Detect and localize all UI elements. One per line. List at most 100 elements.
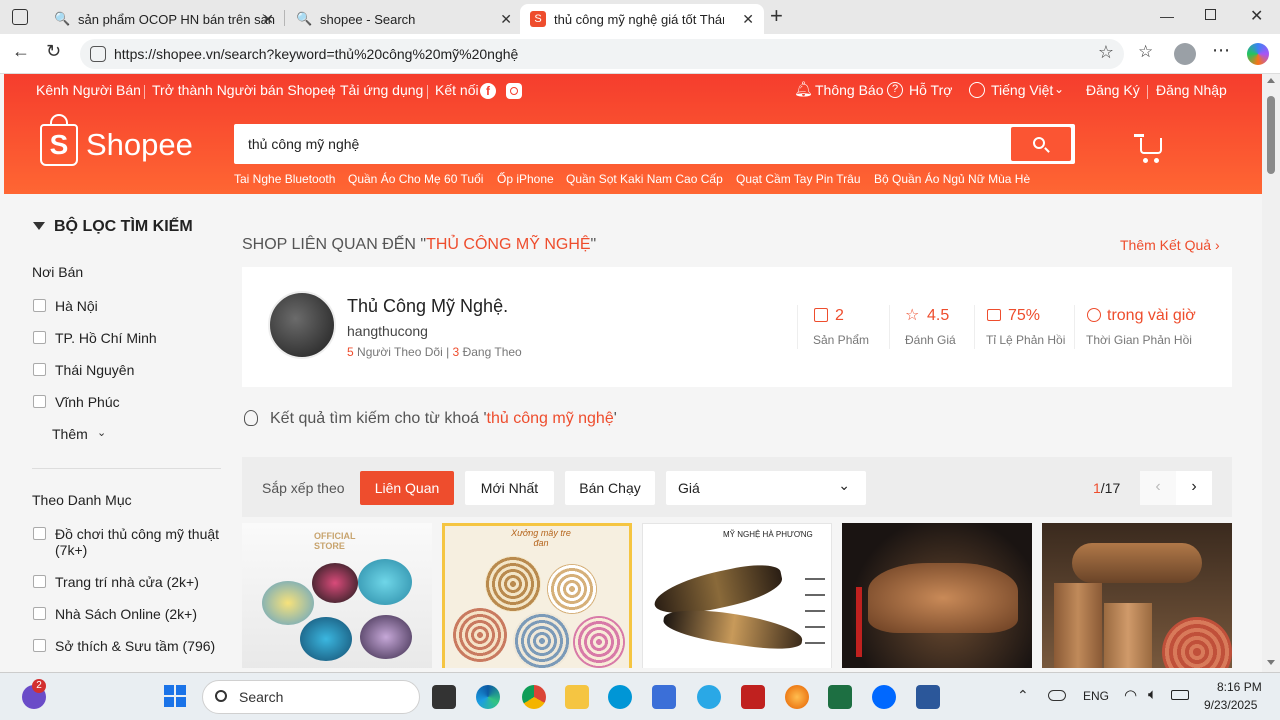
new-tab-icon[interactable]: + xyxy=(770,3,783,29)
more-results-link[interactable]: Thêm Kết Quả › xyxy=(1120,237,1220,253)
notifications-link[interactable]: Thông Báo xyxy=(815,82,884,98)
language-select[interactable]: Tiếng Việt xyxy=(991,82,1053,98)
seller-center-link[interactable]: Kênh Người Bán xyxy=(36,82,141,98)
location-label[interactable]: TP. Hồ Chí Minh xyxy=(55,330,157,346)
suggestion-link[interactable]: Ốp iPhone xyxy=(497,172,554,186)
facebook-icon[interactable]: f xyxy=(480,83,496,99)
login-link[interactable]: Đăng Nhập xyxy=(1156,82,1227,98)
scrollbar-thumb[interactable] xyxy=(1267,96,1275,174)
shop-card[interactable]: Thủ Công Mỹ Nghệ. hangthucong 5 Người Th… xyxy=(242,267,1232,387)
location-checkbox[interactable] xyxy=(33,363,46,376)
zalo-icon[interactable] xyxy=(872,685,896,709)
results-heading: Kết quả tìm kiếm cho từ khoá 'thủ công m… xyxy=(270,410,617,427)
site-info-icon[interactable] xyxy=(90,46,106,62)
store-icon[interactable] xyxy=(652,685,676,709)
close-icon[interactable]: ✕ xyxy=(500,11,512,28)
firefox-icon[interactable] xyxy=(785,685,809,709)
sort-relevance-button[interactable]: Liên Quan xyxy=(360,471,454,505)
suggestion-link[interactable]: Quần Sọt Kaki Nam Cao Cấp xyxy=(566,172,723,186)
tab-ocop[interactable]: 🔍 sản phẩm OCOP HN bán trên sàn ✕ xyxy=(44,4,282,34)
category-checkbox[interactable] xyxy=(33,527,46,540)
copilot-icon[interactable] xyxy=(1247,43,1269,65)
location-checkbox[interactable] xyxy=(33,395,46,408)
suggestion-link[interactable]: Bộ Quần Áo Ngủ Nữ Mùa Hè xyxy=(874,172,1030,186)
cart-icon[interactable] xyxy=(1134,134,1162,163)
scroll-down-icon[interactable] xyxy=(1267,660,1275,665)
product-card[interactable]: MỸ NGHỆ HÀ PHƯƠNG xyxy=(642,523,832,668)
category-checkbox[interactable] xyxy=(33,607,46,620)
download-app-link[interactable]: Tải ứng dụng xyxy=(340,82,423,98)
taskbar-search[interactable]: Search xyxy=(202,680,420,714)
restore-icon[interactable] xyxy=(1205,9,1216,20)
excel-icon[interactable] xyxy=(828,685,852,709)
more-menu-icon[interactable]: ⋯ xyxy=(1212,40,1231,61)
location-label[interactable]: Vĩnh Phúc xyxy=(55,394,120,410)
shop-name[interactable]: Thủ Công Mỹ Nghệ. xyxy=(347,296,508,317)
page-scrollbar[interactable] xyxy=(1262,74,1280,672)
register-link[interactable]: Đăng Ký xyxy=(1086,82,1140,98)
become-seller-link[interactable]: Trở thành Người bán Shopee xyxy=(152,82,336,98)
product-card[interactable]: Xưởng mây tre đan xyxy=(442,523,632,668)
price-sort-select[interactable]: Giá ⌄ xyxy=(666,471,866,505)
task-view-icon[interactable] xyxy=(432,685,456,709)
minimize-icon[interactable]: — xyxy=(1160,8,1174,24)
hp-icon[interactable] xyxy=(608,685,632,709)
category-label[interactable]: Sở thích & Sưu tầm (796) xyxy=(55,638,215,654)
scroll-up-icon[interactable] xyxy=(1267,78,1275,83)
product-card[interactable] xyxy=(1042,523,1232,668)
category-checkbox[interactable] xyxy=(33,575,46,588)
close-icon[interactable]: ✕ xyxy=(262,11,274,28)
edge-icon[interactable] xyxy=(476,685,500,709)
shop-avatar[interactable] xyxy=(268,291,336,359)
tab-shopee-search[interactable]: 🔍 shopee - Search ✕ xyxy=(286,4,520,34)
chrome-icon[interactable] xyxy=(522,685,546,709)
location-label[interactable]: Hà Nội xyxy=(55,298,98,314)
battery-icon[interactable] xyxy=(1171,690,1189,700)
wifi-icon[interactable]: ◠ xyxy=(1124,686,1137,704)
start-icon[interactable] xyxy=(164,685,186,707)
tab-thu-cong[interactable]: S thủ công mỹ nghệ giá tốt Tháng 9 ✕ xyxy=(520,4,764,34)
more-locations-button[interactable]: Thêm xyxy=(52,426,88,442)
location-checkbox[interactable] xyxy=(33,299,46,312)
next-page-button[interactable]: › xyxy=(1176,471,1212,505)
tab-actions-icon[interactable] xyxy=(12,9,28,25)
suggestion-link[interactable]: Quạt Cầm Tay Pin Trâu xyxy=(736,172,861,186)
category-label[interactable]: Trang trí nhà cửa (2k+) xyxy=(55,574,199,590)
instagram-icon[interactable] xyxy=(506,83,522,99)
refresh-icon[interactable]: ↻ xyxy=(46,41,61,62)
suggestion-link[interactable]: Quần Áo Cho Mẹ 60 Tuổi xyxy=(348,172,483,186)
location-checkbox[interactable] xyxy=(33,331,46,344)
clock-time[interactable]: 8:16 PM xyxy=(1217,680,1262,694)
cloud-icon[interactable] xyxy=(1048,690,1066,701)
close-window-icon[interactable]: ✕ xyxy=(1250,6,1263,26)
profile-avatar-icon[interactable] xyxy=(1174,43,1196,65)
prev-page-button[interactable]: ‹ xyxy=(1140,471,1176,505)
file-explorer-icon[interactable] xyxy=(565,685,589,709)
suggestion-link[interactable]: Tai Nghe Bluetooth xyxy=(234,172,335,186)
sort-bestseller-button[interactable]: Bán Chạy xyxy=(565,471,655,505)
volume-icon[interactable]: 🔈︎ xyxy=(1148,686,1157,703)
close-icon[interactable]: ✕ xyxy=(742,11,754,28)
product-card[interactable]: OFFICIAL STORE xyxy=(242,523,432,668)
url-field[interactable]: https://shopee.vn/search?keyword=thủ%20c… xyxy=(80,39,1124,69)
location-label[interactable]: Thái Nguyên xyxy=(55,362,134,378)
favorite-star-icon[interactable]: ☆ xyxy=(1098,42,1114,63)
product-card[interactable] xyxy=(842,523,1032,668)
search-icon xyxy=(1033,137,1045,149)
back-icon[interactable]: ← xyxy=(12,41,30,62)
favorites-icon[interactable]: ☆ xyxy=(1138,42,1153,62)
search-button[interactable] xyxy=(1011,127,1071,161)
shopee-logo[interactable]: S Shopee xyxy=(40,114,193,166)
search-input[interactable]: thủ công mỹ nghệ xyxy=(234,124,1075,164)
language-indicator[interactable]: ENG xyxy=(1083,689,1109,703)
category-checkbox[interactable] xyxy=(33,639,46,652)
category-label[interactable]: Đồ chơi thủ công mỹ thuật xyxy=(55,526,219,542)
sort-newest-button[interactable]: Mới Nhất xyxy=(465,471,554,505)
chevron-up-icon[interactable]: ⌃ xyxy=(1017,687,1029,704)
word-icon[interactable] xyxy=(916,685,940,709)
clock-date[interactable]: 9/23/2025 xyxy=(1204,698,1257,712)
category-label[interactable]: Nhà Sách Online (2k+) xyxy=(55,606,197,622)
support-link[interactable]: Hỗ Trợ xyxy=(909,82,952,98)
help-app-icon[interactable] xyxy=(697,685,721,709)
mcafee-icon[interactable] xyxy=(741,685,765,709)
